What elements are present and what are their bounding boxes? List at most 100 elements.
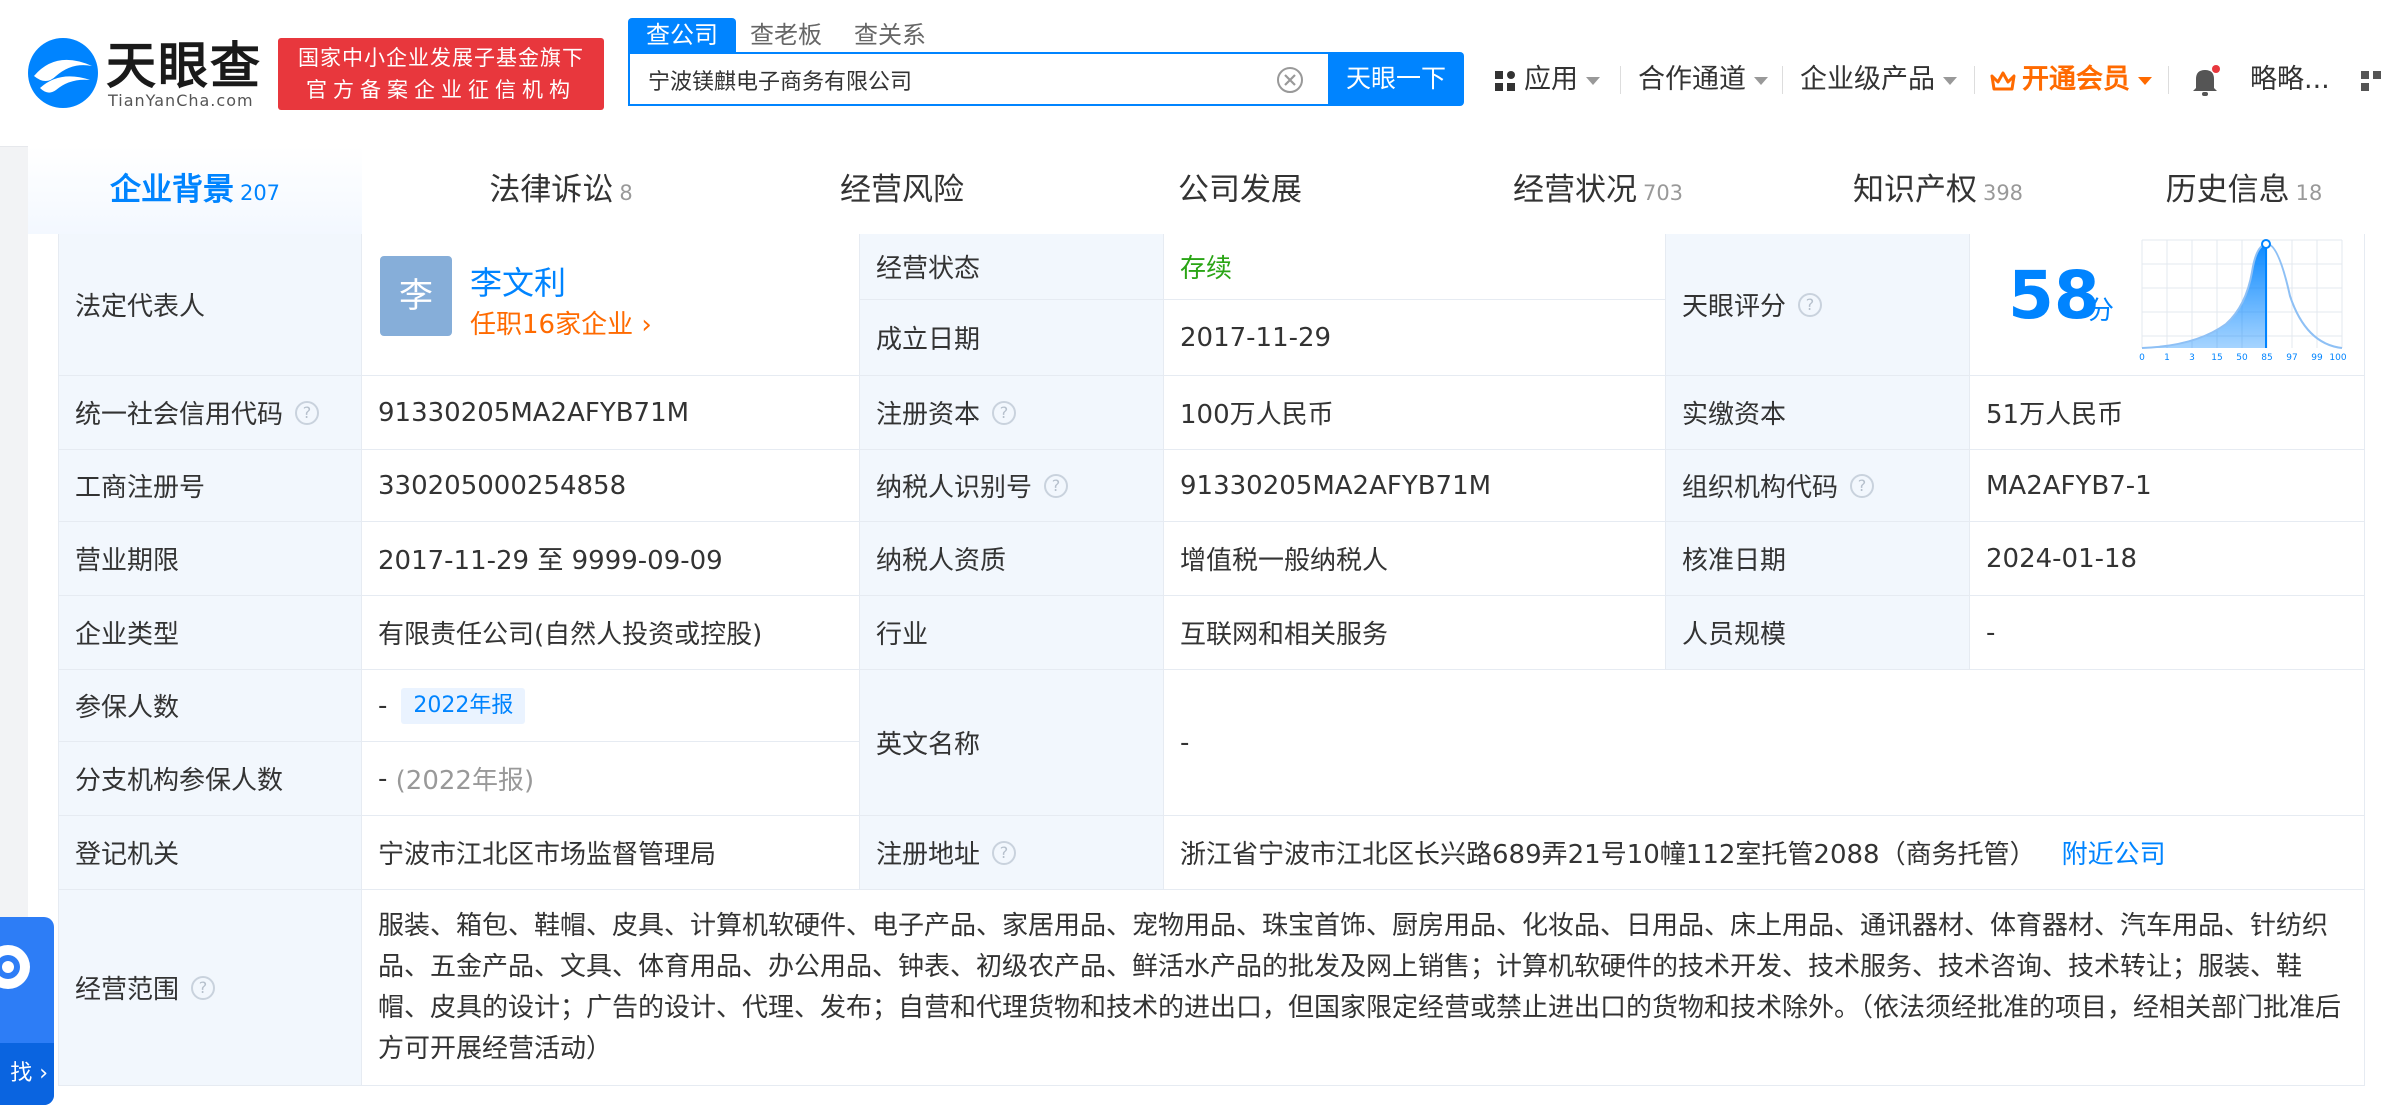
score-tick: 99 [2311,353,2323,362]
label-text: 核准日期 [1682,546,1787,576]
search-box [628,52,1328,106]
label-text: 纳税人识别号 [876,473,1033,503]
reg-capital-value: 100万人民币 [1164,376,1666,450]
grid-menu-icon[interactable] [2360,70,2382,92]
legal-rep-positions-link[interactable]: 任职16家企业 › [470,304,652,341]
label-taxpayer-id: 纳税人识别号? [860,450,1164,522]
search-button[interactable]: 天眼一下 [1328,52,1464,106]
address-cell: 浙江省宁波市江北区长兴路689弄21号10幢112室托管2088（商务托管） 附… [1164,816,2365,890]
label-staff-size: 人员规模 [1666,596,1970,670]
branch-insured-cell: - (2022年报) [362,742,860,816]
nav-divider [2168,66,2169,94]
help-icon[interactable]: ? [295,400,320,425]
help-icon[interactable]: ? [1044,473,1069,498]
search-tab-company[interactable]: 查公司 [628,18,736,52]
industry-value: 互联网和相关服务 [1164,596,1666,670]
search-tab-relation[interactable]: 查关系 [854,18,926,52]
taxpayer-id-value: 91330205MA2AFYB71M [1164,450,1666,522]
tab-count: 18 [2295,181,2323,205]
label-text: 人员规模 [1682,620,1787,650]
label-text: 工商注册号 [75,473,206,503]
label-biz-reg: 工商注册号 [58,450,362,522]
tab-label: 经营风险 [840,172,964,208]
partner-menu[interactable]: 合作通道 [1638,60,1768,100]
label-text: 法定代表人 [75,292,206,322]
chevron-down-icon [1586,76,1600,85]
partner-label: 合作通道 [1638,64,1746,95]
score-unit: 分 [2088,296,2115,326]
tab-label: 历史信息 [2165,172,2290,208]
apps-menu[interactable]: 应用 [1494,60,1600,100]
help-icon[interactable]: ? [191,975,216,1000]
label-text: 经营状态 [876,254,981,284]
label-org-code: 组织机构代码? [1666,450,1970,522]
score-tick: 50 [2236,353,2248,362]
label-industry: 行业 [860,596,1164,670]
help-icon[interactable]: ? [1850,473,1875,498]
english-name-value: - [1164,670,2365,816]
tab-count: 8 [619,181,633,205]
label-paid-capital: 实缴资本 [1666,376,1970,450]
tab-background[interactable]: 企业背景 207 [28,146,362,234]
chevron-down-icon [1943,76,1957,85]
crown-icon [1990,71,2016,90]
score-tick: 97 [2286,353,2297,362]
search-tab-boss[interactable]: 查老板 [750,18,822,52]
user-menu[interactable]: 略略... [2250,60,2330,100]
insured-cell: - 2022年报 [362,670,860,742]
logo[interactable]: 天眼查 TianYanCha.com [26,36,276,110]
label-text: 企业类型 [75,620,180,650]
approval-date-value: 2024-01-18 [1970,522,2365,596]
status-value: 存续 [1164,234,1666,300]
label-text: 天眼评分 [1682,292,1787,322]
insured-value: - [378,690,388,721]
logo-eye-icon [28,38,98,108]
floating-assistant-widget[interactable]: 找 › [0,917,54,1105]
help-icon[interactable]: ? [1798,292,1823,317]
founded-value: 2017-11-29 [1164,300,1666,376]
search-input[interactable] [646,54,1250,106]
avatar[interactable]: 李 [380,256,452,336]
company-type-value: 有限责任公司(自然人投资或控股) [362,596,860,670]
term-value: 2017-11-29 至 9999-09-09 [362,522,860,596]
score-marker [2261,239,2271,249]
clear-icon[interactable] [1276,66,1304,94]
banner-line-2: 官方备案企业征信机构 [306,78,576,102]
tab-label: 企业背景 [109,172,234,208]
score-tick: 1 [2164,353,2170,362]
help-icon[interactable]: ? [992,840,1017,865]
label-branch-insured: 分支机构参保人数 [58,742,362,816]
tab-count: 207 [239,181,281,205]
logo-domain: TianYanCha.com [108,91,254,110]
vip-label: 开通会员 [2022,64,2130,95]
official-banner: 国家中小企业发展子基金旗下 官方备案企业征信机构 [278,38,604,110]
tab-label: 经营状况 [1512,172,1637,208]
tab-label: 公司发展 [1178,172,1302,208]
nav-divider [1974,66,1975,94]
tab-litigation[interactable]: 法律诉讼 8 [426,146,696,234]
label-text: 分支机构参保人数 [75,766,284,796]
help-icon[interactable]: ? [992,400,1017,425]
tab-development[interactable]: 公司发展 [1110,146,1370,234]
tab-ip[interactable]: 知识产权 398 [1788,146,2088,234]
tab-risk[interactable]: 经营风险 [772,146,1032,234]
label-text: 注册地址 [876,840,981,870]
enterprise-products-menu[interactable]: 企业级产品 [1800,60,1957,100]
tab-count: 703 [1642,181,1684,205]
apps-grid-icon [1495,70,1515,91]
label-text: 注册资本 [876,400,981,430]
legal-rep-name[interactable]: 李文利 [470,258,566,304]
bell-icon[interactable] [2190,64,2222,98]
vip-menu[interactable]: 开通会员 [1990,60,2152,100]
score-tick: 100 [2329,353,2346,362]
credit-code-value: 91330205MA2AFYB71M [362,376,860,450]
top-header: 天眼查 TianYanCha.com 国家中小企业发展子基金旗下 官方备案企业征… [0,0,2383,147]
tab-operations[interactable]: 经营状况 703 [1448,146,1748,234]
annual-report-tag[interactable]: 2022年报 [401,687,526,724]
section-tabs: 企业背景 207 法律诉讼 8 经营风险 公司发展 经营状况 703 知识产权 398 … [28,146,2383,234]
label-text: 纳税人资质 [876,546,1007,576]
tab-history[interactable]: 历史信息 18 [2124,146,2364,234]
nearby-companies-link[interactable]: 附近公司 [2062,834,2166,871]
org-code-value: MA2AFYB7-1 [1970,450,2365,522]
label-text: 成立日期 [876,325,981,355]
